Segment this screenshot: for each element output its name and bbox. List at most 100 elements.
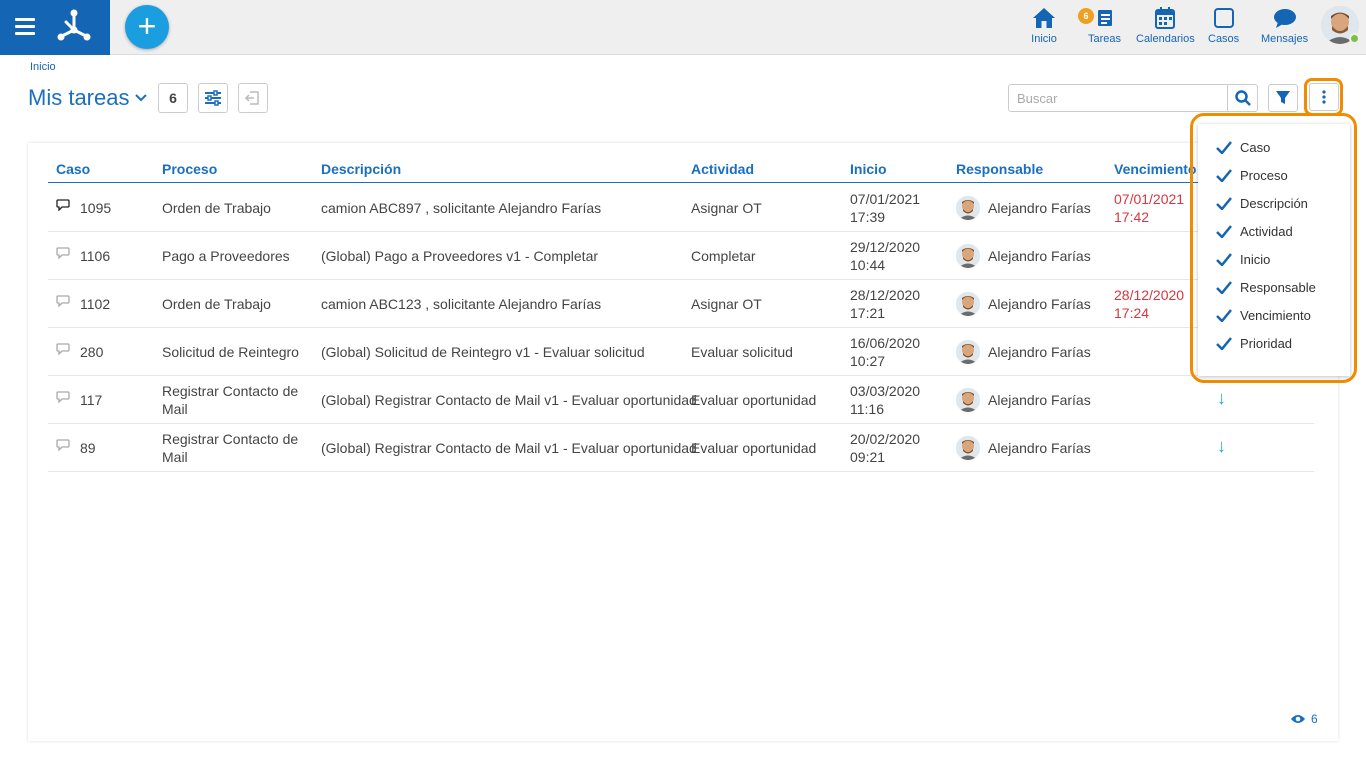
col-header-descripcion[interactable]: Descripción xyxy=(321,161,401,177)
cell-vencimiento-date: 07/01/2021 xyxy=(1114,191,1185,207)
cell-actividad: Evaluar oportunidad xyxy=(691,392,817,408)
hamburger-menu-icon[interactable] xyxy=(15,18,35,35)
cell-actividad: Evaluar oportunidad xyxy=(691,440,817,456)
cell-responsable: Alejandro Farías xyxy=(988,296,1091,312)
cell-vencimiento-date: 28/12/2020 xyxy=(1114,287,1185,303)
column-toggle-label: Vencimiento xyxy=(1240,307,1311,323)
comment-icon[interactable] xyxy=(56,439,70,451)
add-button[interactable]: + xyxy=(125,5,169,49)
nav-calendarios[interactable]: Calendarios xyxy=(1136,6,1195,45)
comment-icon[interactable] xyxy=(56,247,70,259)
cell-actividad: Completar xyxy=(691,248,756,264)
page-title[interactable]: Mis tareas xyxy=(28,85,148,111)
priority-low-icon: ↓ xyxy=(1217,436,1226,456)
cell-inicio-time: 09:21 xyxy=(850,449,886,465)
filter-button[interactable] xyxy=(1268,84,1298,112)
more-options-button[interactable] xyxy=(1304,78,1343,116)
cell-inicio-time: 17:21 xyxy=(850,305,886,321)
cell-proceso: Pago a Proveedores xyxy=(162,248,290,264)
cell-inicio-date: 20/02/2020 xyxy=(850,431,921,447)
cell-inicio-time: 10:44 xyxy=(850,257,886,273)
comment-icon[interactable] xyxy=(56,391,70,403)
column-toggle-label: Proceso xyxy=(1240,167,1288,183)
views-count: 6 xyxy=(1311,712,1318,726)
cell-proceso-line2: Mail xyxy=(162,401,188,417)
avatar xyxy=(956,244,980,268)
nav-tareas-label: Tareas xyxy=(1088,33,1122,45)
nav-casos-label: Casos xyxy=(1208,33,1240,45)
nav-tareas[interactable]: 6 Tareas xyxy=(1078,6,1122,45)
avatar xyxy=(956,196,980,220)
table-row[interactable]: 117 Registrar Contacto de Mail (Global) Reg… xyxy=(48,376,1314,424)
search-button[interactable] xyxy=(1227,85,1257,111)
search-input[interactable] xyxy=(1009,85,1227,111)
table-row[interactable]: 89 Registrar Contacto de Mail (Global) Regi… xyxy=(48,424,1314,472)
nav-calendarios-label: Calendarios xyxy=(1136,33,1195,45)
cell-caso: 1102 xyxy=(80,296,111,312)
breadcrumb[interactable]: Inicio xyxy=(30,61,56,73)
settings-button[interactable] xyxy=(198,83,228,113)
cell-caso: 1106 xyxy=(80,248,111,264)
cell-inicio-time: 10:27 xyxy=(850,353,886,369)
cell-inicio-date: 03/03/2020 xyxy=(850,383,921,399)
table-row[interactable]: 1095 Orden de Trabajo camion ABC897 , soli… xyxy=(48,184,1314,232)
table-row[interactable]: 1106 Pago a Proveedores (Global) Pago a Pr… xyxy=(48,232,1314,280)
vertical-dots-icon xyxy=(1321,90,1326,104)
cell-descripcion: (Global) Pago a Proveedores v1 - Complet… xyxy=(321,248,599,264)
avatar xyxy=(956,436,980,460)
cell-responsable: Alejandro Farías xyxy=(988,440,1091,456)
cell-proceso: Orden de Trabajo xyxy=(162,200,271,216)
cell-inicio-date: 28/12/2020 xyxy=(850,287,921,303)
comment-icon[interactable] xyxy=(56,343,70,355)
page-title-label: Mis tareas xyxy=(28,85,130,110)
column-toggle-item[interactable]: Prioridad xyxy=(1215,333,1292,353)
nav-casos[interactable]: Casos xyxy=(1208,6,1239,45)
column-toggle-label: Actividad xyxy=(1240,223,1293,239)
export-button[interactable] xyxy=(238,83,268,113)
cell-inicio-time: 17:39 xyxy=(850,209,886,225)
avatar xyxy=(956,340,980,364)
column-toggle-label: Caso xyxy=(1240,139,1271,155)
table-row[interactable]: 280 Solicitud de Reintegro (Global) Solici… xyxy=(48,328,1314,376)
table-row[interactable]: 1102 Orden de Trabajo camion ABC123 , soli… xyxy=(48,280,1314,328)
col-header-responsable[interactable]: Responsable xyxy=(956,161,1043,177)
column-toggle-item[interactable]: Vencimiento xyxy=(1215,305,1311,325)
calendar-icon xyxy=(1155,7,1176,29)
nav-inicio-label: Inicio xyxy=(1031,33,1057,45)
column-toggle-item[interactable]: Descripción xyxy=(1215,193,1308,213)
col-header-vencimiento[interactable]: Vencimiento xyxy=(1114,161,1196,177)
column-toggle-item[interactable]: Actividad xyxy=(1215,221,1293,241)
cell-responsable: Alejandro Farías xyxy=(988,200,1091,216)
column-toggle-label: Descripción xyxy=(1240,195,1308,211)
nav-mensajes[interactable]: Mensajes xyxy=(1261,6,1308,45)
cell-responsable: Alejandro Farías xyxy=(988,248,1091,264)
comment-icon[interactable] xyxy=(56,295,70,307)
column-toggle-item[interactable]: Inicio xyxy=(1215,249,1270,269)
search-icon xyxy=(1234,90,1251,106)
col-header-proceso[interactable]: Proceso xyxy=(162,161,217,177)
col-header-inicio[interactable]: Inicio xyxy=(850,161,887,177)
cell-caso: 89 xyxy=(80,440,96,456)
cell-inicio-date: 29/12/2020 xyxy=(850,239,921,255)
logo-icon[interactable] xyxy=(56,8,92,44)
column-toggle-item[interactable]: Responsable xyxy=(1215,277,1316,297)
top-bar: + Inicio 6 Tareas Calendarios Casos Mens… xyxy=(0,0,1366,55)
cell-inicio-date: 07/01/2021 xyxy=(850,191,921,207)
column-toggle-item[interactable]: Proceso xyxy=(1215,165,1288,185)
cell-proceso-line2: Mail xyxy=(162,449,188,465)
eye-icon xyxy=(1291,715,1305,723)
nav-mensajes-label: Mensajes xyxy=(1261,33,1309,45)
comment-icon[interactable] xyxy=(56,199,70,211)
col-header-actividad[interactable]: Actividad xyxy=(691,161,754,177)
column-toggle-item[interactable]: Caso xyxy=(1215,137,1270,157)
brand-area xyxy=(0,0,110,55)
checkmark-icon xyxy=(1215,195,1232,212)
col-header-caso[interactable]: Caso xyxy=(56,161,90,177)
checkmark-icon xyxy=(1215,335,1232,352)
cell-proceso-line1: Registrar Contacto de xyxy=(162,383,299,399)
nav-inicio[interactable]: Inicio xyxy=(1031,6,1057,45)
cell-proceso-line1: Registrar Contacto de xyxy=(162,431,299,447)
online-status-dot xyxy=(1349,33,1360,44)
column-toggle-label: Inicio xyxy=(1240,251,1271,267)
home-icon xyxy=(1033,8,1055,28)
